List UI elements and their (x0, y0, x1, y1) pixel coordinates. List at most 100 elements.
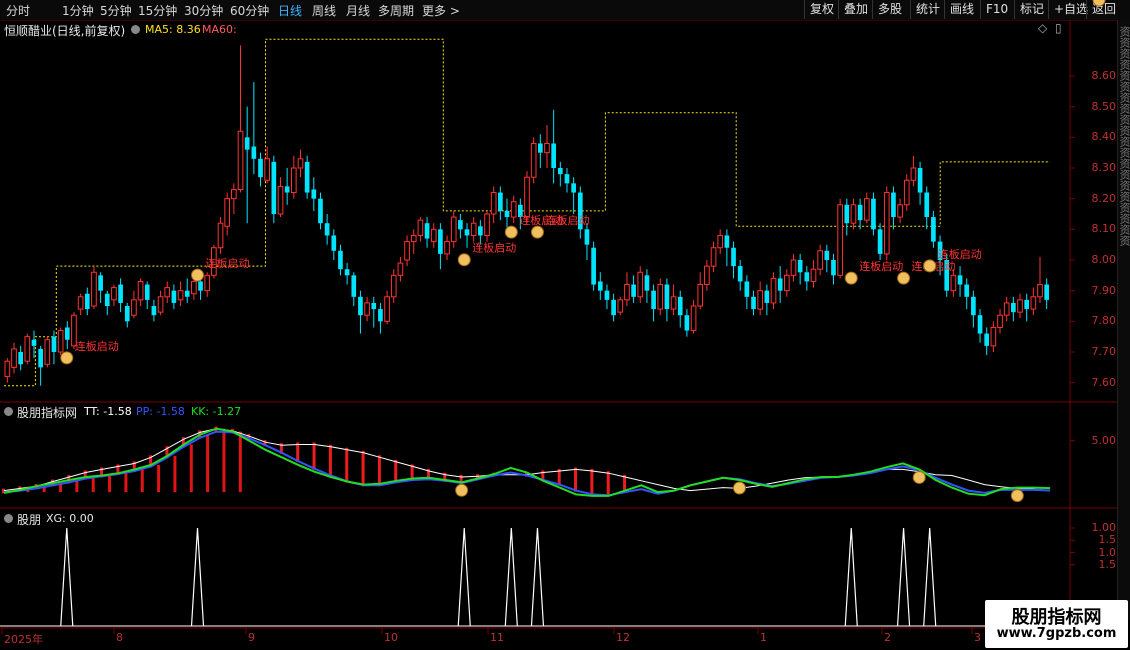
histogram-bar (345, 447, 349, 483)
candle-body (397, 262, 404, 276)
candle-body (344, 269, 350, 276)
candle-body (324, 223, 330, 236)
candle-body (478, 226, 483, 236)
candle-body (244, 137, 250, 150)
money-bag-icon (191, 268, 205, 282)
candle-body (144, 284, 150, 300)
candle-body (364, 302, 370, 316)
candle-body (290, 167, 297, 194)
candle-body (1011, 302, 1016, 313)
candle-body (464, 229, 470, 236)
y-tick-label: 1.00 (1091, 521, 1117, 534)
x-tick-label: 2 (884, 631, 891, 644)
y-tick-label: 8.40 (1091, 130, 1117, 144)
candle-body (950, 274, 957, 292)
ma5-label: MA5: 8.36 (145, 23, 201, 36)
candle-body (44, 339, 51, 365)
candle-body (670, 296, 677, 310)
candle-body (551, 143, 556, 168)
histogram-bar (222, 428, 226, 493)
histogram-bar (140, 469, 144, 493)
candle-body (704, 265, 710, 286)
candle-body (790, 259, 797, 276)
settings-icon[interactable] (4, 514, 13, 523)
y-tick-label: 8.30 (1091, 161, 1117, 174)
candle-body (564, 174, 570, 184)
y-tick-label: 7.80 (1091, 314, 1117, 328)
candle-body (277, 185, 284, 215)
candle-body (857, 204, 863, 221)
candle-body (151, 306, 157, 316)
candle-body (777, 278, 783, 291)
candle-body (38, 348, 43, 368)
candle-body (164, 287, 171, 298)
candle-body (358, 296, 363, 316)
candle-body (544, 142, 550, 154)
money-bag-icon (455, 483, 469, 497)
candle-body (410, 234, 417, 243)
side-panel-text: 资资资资资资资资资资资资资资资资资资资资 (1118, 26, 1130, 246)
histogram-bar (206, 434, 210, 493)
candle-body (717, 234, 724, 249)
candle-body (31, 339, 37, 346)
candle-body (917, 168, 923, 193)
money-bag-icon (844, 271, 858, 285)
y-tick-label: 1.5 (1098, 533, 1117, 547)
candle-body (677, 296, 683, 316)
candle-body (1003, 302, 1010, 316)
candle-body (204, 274, 211, 292)
candle-body (871, 198, 876, 230)
candle-body (11, 348, 17, 368)
candle-body (304, 161, 310, 193)
candle-body (231, 188, 237, 200)
candle-body (764, 290, 770, 303)
window-toggle-icon[interactable]: ▯ (1055, 21, 1062, 35)
side-panel-edge[interactable]: 资资资资资资资资资资资资资资资资资资资资 (1117, 20, 1130, 620)
x-tick-label: 3 (974, 631, 981, 644)
diamond-icon[interactable]: ◇ (1038, 21, 1047, 35)
money-bag-icon (1010, 489, 1024, 503)
histogram-bar (173, 455, 177, 493)
candle-body (77, 296, 84, 310)
histogram-bar (91, 477, 95, 493)
y-tick-label: 8.50 (1091, 99, 1117, 113)
candle-body (404, 241, 410, 261)
candle-body (251, 146, 257, 159)
candle-body (997, 314, 1003, 328)
candle-body (4, 360, 11, 378)
candle-body (757, 290, 764, 310)
candle-body (131, 299, 137, 316)
stock-title: 恒顺醋业(日线,前复权) (4, 24, 126, 38)
candle-body (924, 192, 930, 218)
candle-body (903, 179, 910, 206)
candle-body (224, 198, 231, 227)
candle-body (624, 284, 630, 301)
settings-icon[interactable] (131, 25, 140, 34)
candle-body (964, 284, 970, 297)
annotation-label: 连板启动 (545, 213, 589, 227)
xg-spike (60, 527, 74, 627)
settings-icon[interactable] (4, 407, 13, 416)
candle-body (971, 296, 976, 316)
candle-body (571, 183, 576, 193)
candle-body (737, 266, 743, 282)
candle-body (744, 281, 750, 297)
candle-body (557, 168, 563, 175)
candle-body (837, 204, 843, 276)
candle-body (850, 204, 857, 224)
candle-body (1044, 284, 1050, 300)
candle-body (498, 192, 503, 211)
candle-body (863, 198, 870, 221)
candle-body (644, 275, 650, 291)
money-bag-icon (897, 271, 911, 285)
candle-body (490, 192, 497, 215)
candle-body (797, 260, 803, 273)
money-bag-icon (457, 253, 471, 267)
candle-body (784, 274, 790, 292)
candle-body (384, 296, 390, 322)
xg-value: XG: 0.00 (46, 512, 94, 525)
candle-body (831, 260, 836, 276)
pp-line (3, 430, 1051, 497)
candle-body (297, 158, 304, 169)
candle-body (264, 158, 270, 181)
